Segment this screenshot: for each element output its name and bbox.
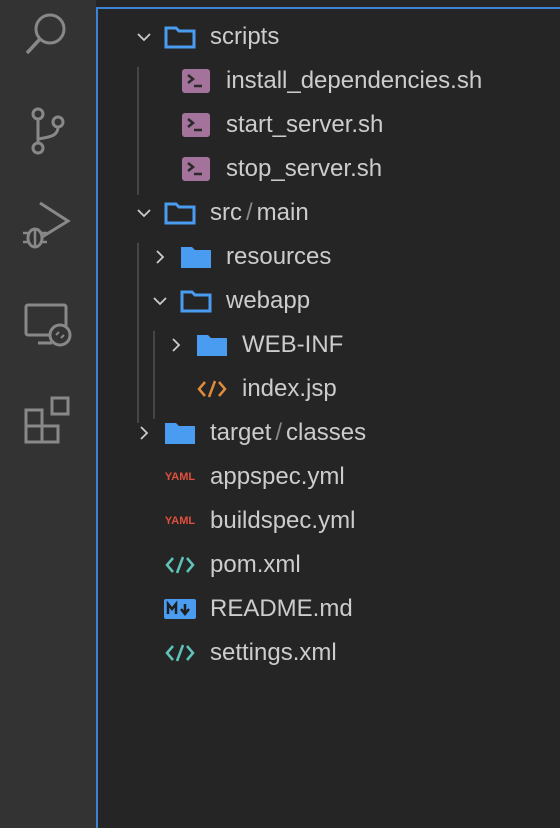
folder-item[interactable]: resources [98, 235, 560, 279]
item-label: webapp [226, 287, 310, 315]
xml-file-icon [164, 553, 196, 577]
item-label: scripts [210, 23, 279, 51]
item-label: stop_server.sh [226, 155, 382, 183]
label-text: pom.xml [210, 551, 301, 578]
chevron-right-icon[interactable] [168, 337, 184, 353]
label-text: webapp [226, 287, 311, 314]
label-text: stop_server.sh [226, 155, 383, 182]
terminal-file-icon [180, 69, 212, 93]
chevron-down-icon[interactable] [136, 205, 152, 221]
folder-item[interactable]: src / main [98, 191, 560, 235]
item-label: start_server.sh [226, 111, 383, 139]
folder-icon [196, 333, 228, 357]
label-text-compact: classes [286, 419, 367, 446]
item-label: resources [226, 243, 331, 271]
label-text: target [210, 419, 272, 446]
item-label: src / main [210, 199, 309, 227]
folder-item[interactable]: WEB-INF [98, 323, 560, 367]
folder-open-icon [180, 289, 212, 313]
file-item[interactable]: index.jsp [98, 367, 560, 411]
item-label: buildspec.yml [210, 507, 355, 535]
label-text: buildspec.yml [210, 507, 356, 534]
label-text: WEB-INF [242, 331, 344, 358]
chevron-right-icon[interactable] [136, 425, 152, 441]
folder-icon [180, 245, 212, 269]
item-label: WEB-INF [242, 331, 343, 359]
file-explorer-tree: scripts install_dependencies.sh start_serv… [96, 7, 560, 828]
item-label: README.md [210, 595, 353, 623]
remote-explorer-icon[interactable] [18, 295, 78, 355]
folder-item[interactable]: scripts [98, 15, 560, 59]
item-label: index.jsp [242, 375, 337, 403]
item-label: appspec.yml [210, 463, 345, 491]
file-item[interactable]: start_server.sh [98, 103, 560, 147]
terminal-file-icon [180, 157, 212, 181]
folder-icon [164, 421, 196, 445]
file-item[interactable]: install_dependencies.sh [98, 59, 560, 103]
file-item[interactable]: YAML appspec.yml [98, 455, 560, 499]
file-item[interactable]: README.md [98, 587, 560, 631]
item-label: install_dependencies.sh [226, 67, 482, 95]
label-text: src [210, 199, 242, 226]
extensions-icon[interactable] [18, 390, 78, 450]
code-file-icon [196, 377, 228, 401]
chevron-down-icon[interactable] [136, 29, 152, 45]
yaml-file-icon: YAML [164, 515, 196, 527]
search-icon[interactable] [18, 5, 78, 65]
file-item[interactable]: YAML buildspec.yml [98, 499, 560, 543]
label-text: settings.xml [210, 639, 337, 666]
source-control-icon[interactable] [18, 102, 78, 162]
label-text-compact: main [256, 199, 309, 226]
label-text: appspec.yml [210, 463, 345, 490]
yaml-file-icon: YAML [164, 471, 196, 483]
path-separator: / [275, 419, 283, 446]
xml-file-icon [164, 641, 196, 665]
chevron-down-icon[interactable] [152, 293, 168, 309]
markdown-file-icon [164, 597, 196, 621]
label-text: resources [226, 243, 332, 270]
item-label: settings.xml [210, 639, 337, 667]
label-text: index.jsp [242, 375, 337, 402]
label-text: install_dependencies.sh [226, 67, 483, 94]
label-text: scripts [210, 23, 280, 50]
chevron-right-icon[interactable] [152, 249, 168, 265]
label-text: start_server.sh [226, 111, 384, 138]
item-label: target / classes [210, 419, 366, 447]
file-item[interactable]: pom.xml [98, 543, 560, 587]
run-debug-icon[interactable] [18, 195, 78, 255]
folder-open-icon [164, 25, 196, 49]
folder-open-icon [164, 201, 196, 225]
activity-bar [0, 0, 96, 828]
file-item[interactable]: stop_server.sh [98, 147, 560, 191]
folder-item[interactable]: webapp [98, 279, 560, 323]
terminal-file-icon [180, 113, 212, 137]
path-separator: / [246, 199, 253, 226]
item-label: pom.xml [210, 551, 301, 579]
label-text: README.md [210, 595, 353, 622]
file-item[interactable]: settings.xml [98, 631, 560, 675]
folder-item[interactable]: target / classes [98, 411, 560, 455]
